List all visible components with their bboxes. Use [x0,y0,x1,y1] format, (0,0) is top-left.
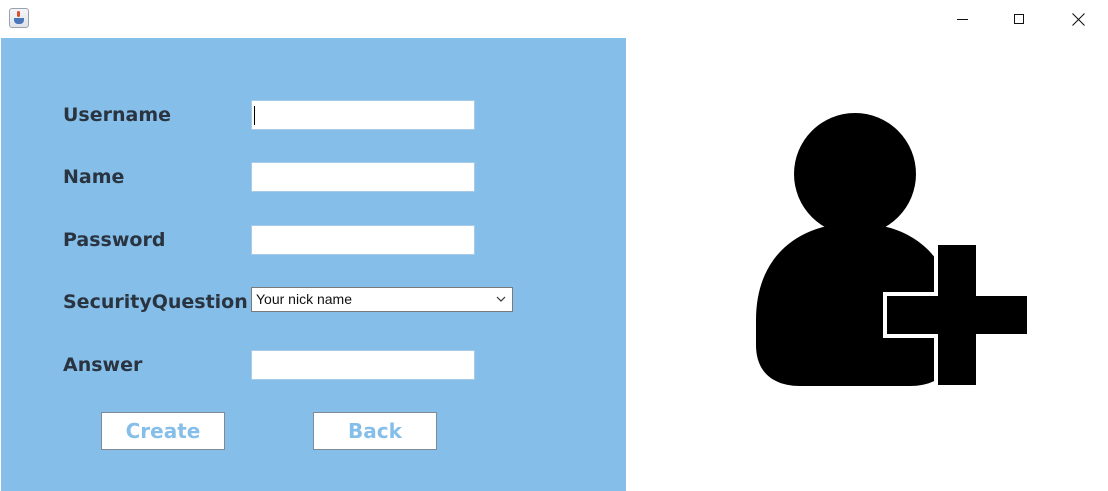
back-button[interactable]: Back [313,412,437,450]
password-input[interactable] [251,225,475,255]
security-question-select[interactable]: Your nick name [251,287,513,312]
java-cup-icon [9,8,29,28]
answer-label: Answer [63,354,143,376]
chevron-down-icon [496,296,506,302]
close-icon [1071,12,1085,26]
security-question-value: Your nick name [256,291,352,307]
password-label: Password [63,229,166,251]
minimize-button[interactable] [939,0,985,38]
username-input[interactable] [251,100,475,130]
maximize-icon [1014,14,1024,24]
create-button[interactable]: Create [101,412,225,450]
title-bar [0,0,1108,38]
name-input[interactable] [251,162,475,192]
text-caret [254,106,255,125]
answer-input[interactable] [251,350,475,380]
close-button[interactable] [1055,0,1101,38]
register-window: Username Name Password SecurityQuestion … [0,0,1108,491]
add-user-icon [756,113,1031,389]
minimize-icon [956,18,968,20]
maximize-button[interactable] [996,0,1042,38]
name-label: Name [63,166,125,188]
security-question-label: SecurityQuestion [63,291,248,313]
form-panel: Username Name Password SecurityQuestion … [1,38,626,491]
username-label: Username [63,104,172,126]
